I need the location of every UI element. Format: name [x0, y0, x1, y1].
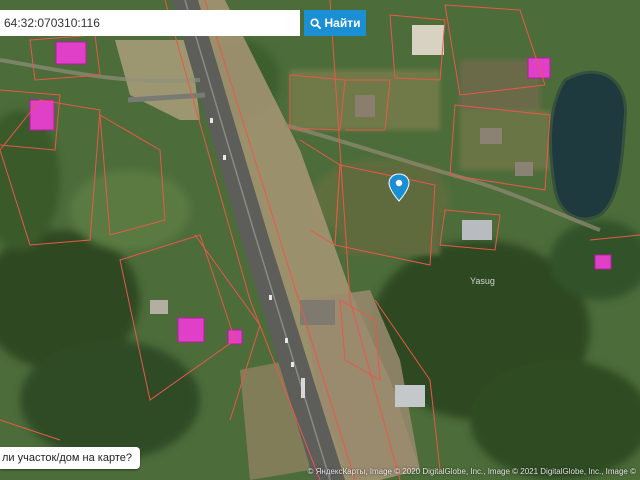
report-location-text: ли участок/дом на карте?: [2, 452, 132, 464]
map-attribution: © ЯндексКарты, Image © 2020 DigitalGlobe…: [307, 467, 636, 476]
satellite-map[interactable]: [0, 0, 640, 480]
search-icon: [309, 17, 321, 29]
search-button-label: Найти: [324, 16, 361, 30]
report-location-link[interactable]: ли участок/дом на карте?: [0, 447, 140, 469]
search-button[interactable]: Найти: [304, 10, 366, 36]
pond: [549, 70, 628, 221]
cadastral-search-input[interactable]: [0, 10, 300, 36]
